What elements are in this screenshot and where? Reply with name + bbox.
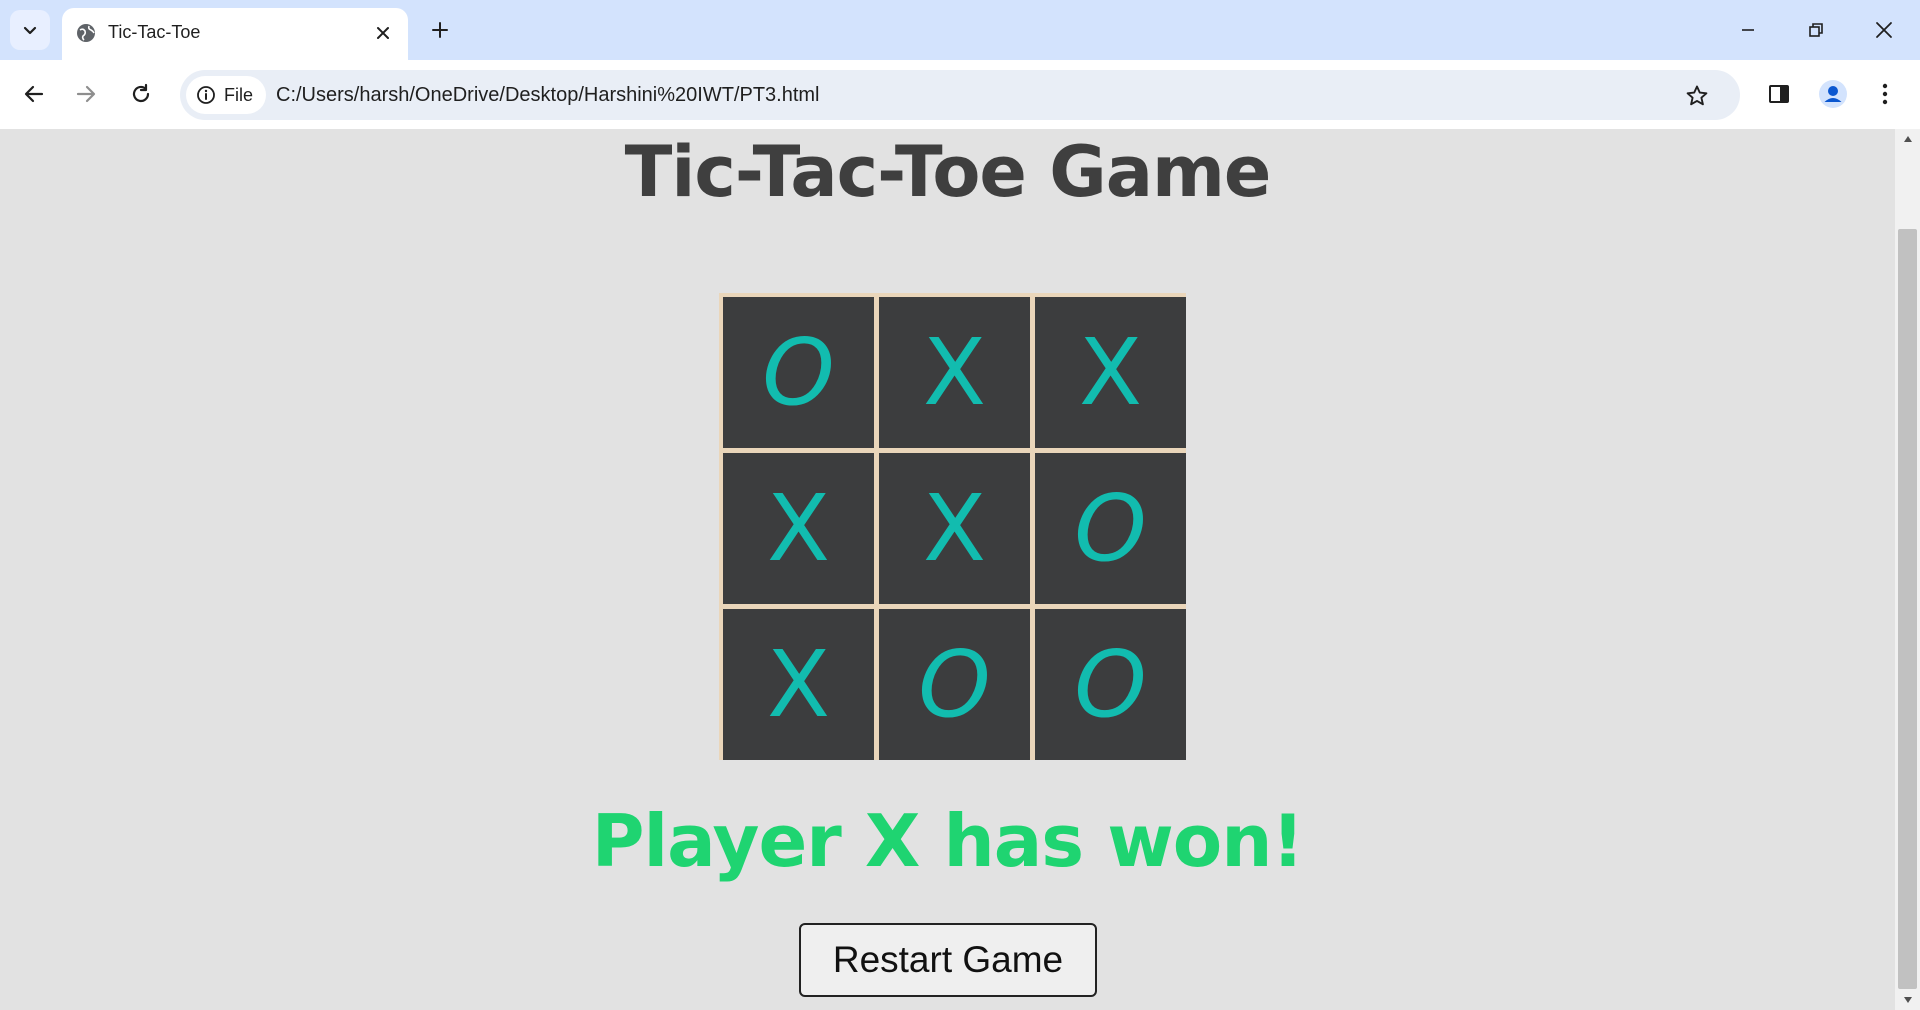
- info-icon: [197, 86, 215, 104]
- board-cell[interactable]: X: [879, 297, 1030, 448]
- back-button[interactable]: [14, 74, 54, 114]
- site-info-chip[interactable]: File: [186, 76, 266, 114]
- vertical-scrollbar[interactable]: [1895, 129, 1920, 1010]
- browser-toolbar: File C:/Users/harsh/OneDrive/Desktop/Har…: [0, 60, 1920, 129]
- restore-icon: [1809, 23, 1823, 37]
- new-tab-button[interactable]: [424, 14, 456, 46]
- window-close-button[interactable]: [1850, 0, 1918, 60]
- page-title: Tic-Tac-Toe Game: [624, 131, 1272, 213]
- scroll-up-button[interactable]: [1895, 129, 1920, 149]
- board-cell[interactable]: X: [879, 453, 1030, 604]
- site-chip-label: File: [224, 84, 254, 105]
- triangle-up-icon: [1903, 136, 1912, 142]
- kebab-menu-icon: [1882, 83, 1888, 105]
- profile-button[interactable]: [1814, 75, 1852, 113]
- globe-icon: [77, 24, 95, 42]
- star-icon: [1686, 85, 1708, 106]
- side-panel-icon: [1769, 85, 1789, 103]
- board-cell[interactable]: O: [1035, 609, 1186, 760]
- reload-button[interactable]: [121, 74, 161, 114]
- board-cell[interactable]: O: [1035, 453, 1186, 604]
- plus-icon: [432, 22, 448, 38]
- address-bar[interactable]: File C:/Users/harsh/OneDrive/Desktop/Har…: [180, 70, 1740, 120]
- game-board: O X X X X O X O O: [719, 293, 1186, 760]
- arrow-right-icon: [76, 85, 96, 103]
- board-cell[interactable]: X: [723, 453, 874, 604]
- minimize-icon: [1742, 29, 1754, 31]
- board-cell[interactable]: O: [723, 297, 874, 448]
- avatar-icon: [1819, 80, 1847, 108]
- triangle-down-icon: [1903, 997, 1912, 1003]
- tab-search-button[interactable]: [10, 10, 50, 50]
- url-text[interactable]: C:/Users/harsh/OneDrive/Desktop/Harshini…: [276, 84, 820, 107]
- close-icon: [1876, 22, 1892, 38]
- scrollbar-thumb[interactable]: [1898, 229, 1917, 989]
- reload-icon: [132, 83, 150, 103]
- side-panel-button[interactable]: [1761, 76, 1797, 112]
- game-status-message: Player X has won!: [591, 799, 1305, 883]
- bookmark-button[interactable]: [1682, 81, 1712, 111]
- page-viewport: Tic-Tac-Toe Game O X X X X O X O O Playe…: [0, 129, 1895, 1010]
- restore-button[interactable]: [1782, 0, 1850, 60]
- minimize-button[interactable]: [1714, 0, 1782, 60]
- tab-strip: Tic-Tac-Toe: [0, 0, 1920, 60]
- active-tab[interactable]: Tic-Tac-Toe: [62, 8, 408, 60]
- browser-menu-button[interactable]: [1870, 75, 1900, 113]
- restart-game-button[interactable]: Restart Game: [799, 923, 1097, 997]
- close-icon: [377, 27, 389, 39]
- board-cell[interactable]: X: [1035, 297, 1186, 448]
- arrow-left-icon: [24, 85, 44, 103]
- scroll-down-button[interactable]: [1895, 990, 1920, 1010]
- tab-title: Tic-Tac-Toe: [108, 22, 201, 42]
- chevron-down-icon: [23, 26, 37, 35]
- board-cell[interactable]: O: [879, 609, 1030, 760]
- board-cell[interactable]: X: [723, 609, 874, 760]
- tab-close-button[interactable]: [370, 20, 396, 46]
- forward-button[interactable]: [66, 74, 106, 114]
